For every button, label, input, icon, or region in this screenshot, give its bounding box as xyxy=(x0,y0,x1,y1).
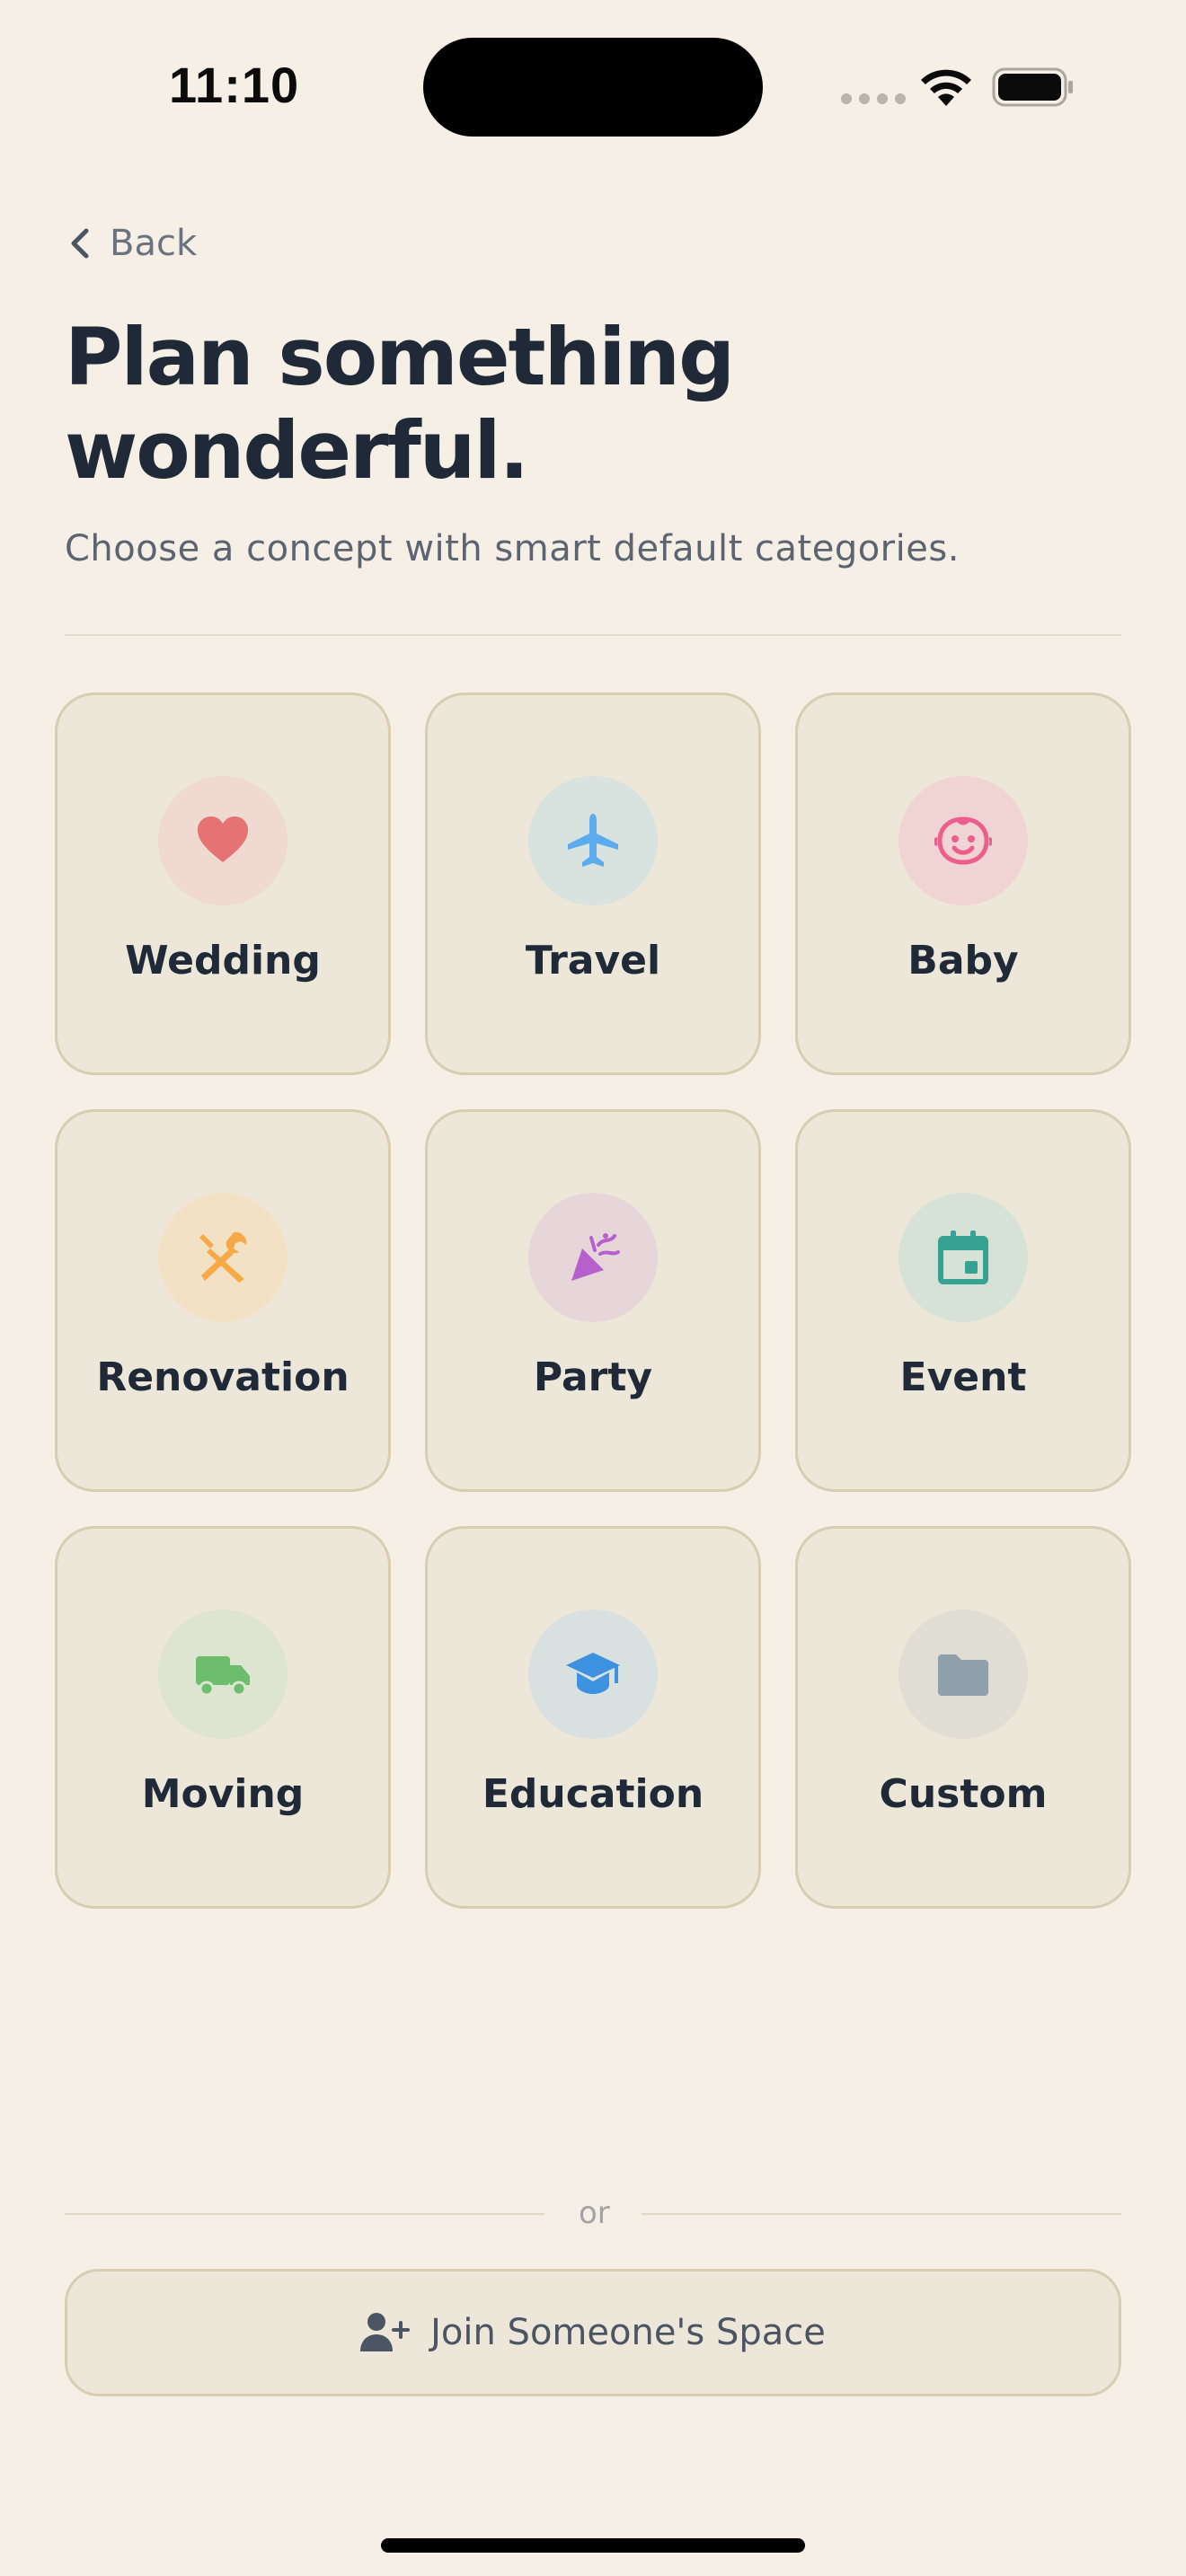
back-label: Back xyxy=(110,223,198,264)
education-icon-circle xyxy=(528,1610,658,1739)
wedding-icon-circle xyxy=(158,776,288,905)
folder-icon xyxy=(938,1654,988,1696)
concept-label: Baby xyxy=(907,938,1019,984)
page-title: Plan something wonderful. xyxy=(65,311,1053,498)
status-time: 11:10 xyxy=(169,57,300,113)
chevron-left-icon xyxy=(71,228,89,259)
graduation-cap-icon xyxy=(566,1653,620,1694)
party-popper-icon xyxy=(571,1233,620,1281)
concept-label: Renovation xyxy=(96,1354,350,1400)
concept-label: Event xyxy=(899,1354,1027,1400)
concept-card-custom[interactable]: Custom xyxy=(795,1526,1131,1909)
or-separator: or xyxy=(65,2195,1121,2231)
concept-card-party[interactable]: Party xyxy=(425,1109,761,1492)
separator-text: or xyxy=(579,2195,610,2231)
party-icon-circle xyxy=(528,1193,658,1322)
baby-icon-circle xyxy=(898,776,1028,905)
concept-label: Education xyxy=(482,1771,704,1817)
tools-icon xyxy=(199,1231,247,1283)
concept-label: Wedding xyxy=(125,938,321,984)
concept-card-event[interactable]: Event xyxy=(795,1109,1131,1492)
concept-label: Moving xyxy=(141,1771,305,1817)
header-divider xyxy=(65,634,1121,636)
renovation-icon-circle xyxy=(158,1193,288,1322)
join-space-label: Join Someone's Space xyxy=(430,2312,826,2353)
event-icon-circle xyxy=(898,1193,1028,1322)
travel-icon-circle xyxy=(528,776,658,905)
concept-card-travel[interactable]: Travel xyxy=(425,693,761,1075)
concept-card-moving[interactable]: Moving xyxy=(55,1526,391,1909)
home-indicator[interactable] xyxy=(381,2538,805,2553)
wifi-icon xyxy=(921,69,971,106)
baby-face-icon xyxy=(934,816,992,865)
back-button[interactable]: Back xyxy=(65,223,197,264)
page-subtitle: Choose a concept with smart default cate… xyxy=(65,528,960,569)
concept-label: Party xyxy=(533,1354,653,1400)
page-title-line1: Plan something xyxy=(65,311,735,403)
truck-icon xyxy=(196,1656,250,1697)
status-bar: 11:10 xyxy=(0,0,1186,171)
separator-line-left xyxy=(65,2213,544,2215)
concept-label: Travel xyxy=(525,938,661,984)
custom-icon-circle xyxy=(898,1610,1028,1739)
concept-card-baby[interactable]: Baby xyxy=(795,693,1131,1075)
moving-icon-circle xyxy=(158,1610,288,1739)
concept-card-wedding[interactable]: Wedding xyxy=(55,693,391,1075)
concept-card-education[interactable]: Education xyxy=(425,1526,761,1909)
heart-icon xyxy=(198,816,248,862)
join-space-button[interactable]: Join Someone's Space xyxy=(65,2269,1121,2396)
cellular-signal-icon xyxy=(841,93,906,104)
concept-label: Custom xyxy=(879,1771,1048,1817)
concept-grid: Wedding Travel Baby Renovation Party Eve… xyxy=(55,693,1131,1909)
concept-card-renovation[interactable]: Renovation xyxy=(55,1109,391,1492)
battery-icon xyxy=(992,67,1073,107)
page-title-line2: wonderful. xyxy=(65,404,529,497)
calendar-icon xyxy=(938,1231,988,1284)
add-person-icon xyxy=(360,2313,411,2351)
separator-line-right xyxy=(642,2213,1121,2215)
dynamic-island xyxy=(423,38,763,137)
airplane-icon xyxy=(568,814,618,867)
